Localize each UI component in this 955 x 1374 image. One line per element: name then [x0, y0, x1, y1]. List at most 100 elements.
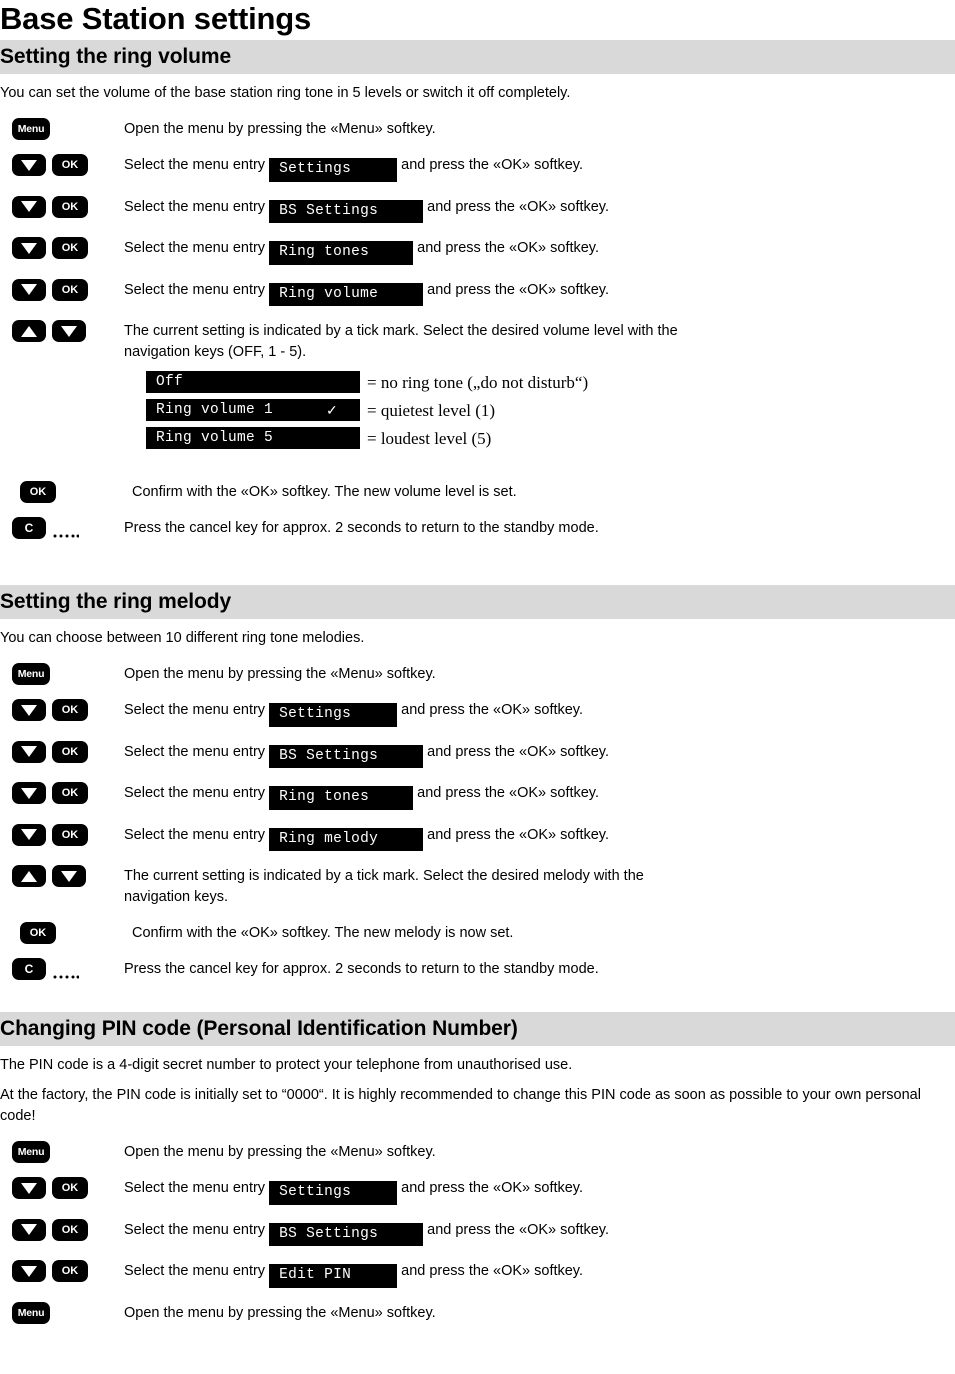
step-text: Select the menu entry Ring tones and pre…	[124, 781, 955, 810]
step-text: Select the menu entry BS Settings and pr…	[124, 740, 955, 769]
step-row: Menu Open the menu by pressing the «Menu…	[0, 1301, 955, 1324]
step-keys: OK	[0, 1218, 124, 1241]
arrow-down-key-icon[interactable]	[12, 823, 46, 846]
ok-key-icon[interactable]: OK	[52, 278, 88, 301]
lcd-option-label: Ring volume 1	[156, 401, 274, 418]
step-instruction-prefix: Select the menu entry	[124, 157, 266, 174]
step-text: Select the menu entry Settings and press…	[124, 1176, 955, 1205]
step-keys	[0, 319, 124, 343]
section-intro-ring-volume: You can set the volume of the base stati…	[0, 85, 571, 101]
arrow-down-key-icon[interactable]	[12, 237, 46, 260]
step-row: OK Select the menu entry Ring tones and …	[0, 236, 955, 265]
manual-page: Base Station settings Setting the ring v…	[0, 0, 955, 1324]
step-row: Menu Open the menu by pressing the «Menu…	[0, 662, 955, 686]
step-text: Open the menu by pressing the «Menu» sof…	[124, 117, 955, 140]
arrow-down-key-icon[interactable]	[12, 699, 46, 722]
ok-key-icon[interactable]: OK	[20, 922, 56, 945]
step-keys: OK	[0, 1176, 124, 1200]
step-row: OK Select the menu entry Edit PIN and pr…	[0, 1259, 955, 1288]
ok-key-icon[interactable]: OK	[52, 782, 88, 805]
step-instruction: Confirm with the «OK» softkey. The new v…	[132, 484, 517, 501]
step-text: Confirm with the «OK» softkey. The new v…	[132, 480, 955, 503]
section-intro2-pin-code: At the factory, the PIN code is initiall…	[0, 1087, 921, 1125]
ok-key-icon[interactable]: OK	[52, 699, 88, 722]
step-row: C Press the cancel key for approx. 2 sec…	[0, 957, 955, 981]
ok-key-icon[interactable]: OK	[52, 1177, 88, 1200]
menu-key-icon[interactable]: Menu	[12, 1301, 50, 1324]
ok-key-icon[interactable]: OK	[52, 154, 88, 177]
step-text: Open the menu by pressing the «Menu» sof…	[124, 1140, 955, 1163]
lcd-option-label: Ring volume 5	[156, 429, 274, 446]
lcd-menu-entry: Ring melody	[269, 827, 424, 852]
arrow-down-key-icon[interactable]	[52, 320, 86, 343]
step-row: OK Select the menu entry Ring tones and …	[0, 781, 955, 810]
step-instruction-suffix: and press the «OK» softkey.	[401, 702, 584, 719]
arrow-up-key-icon[interactable]	[12, 320, 46, 343]
step-row: Menu Open the menu by pressing the «Menu…	[0, 117, 955, 141]
step-text: Select the menu entry Edit PIN and press…	[124, 1259, 955, 1288]
step-text: Select the menu entry BS Settings and pr…	[124, 1218, 955, 1247]
step-row: Menu Open the menu by pressing the «Menu…	[0, 1140, 955, 1164]
menu-key-icon[interactable]: Menu	[12, 663, 50, 686]
step-instruction-suffix: and press the «OK» softkey.	[401, 1263, 584, 1280]
ok-key-icon[interactable]: OK	[52, 823, 88, 846]
ok-key-icon[interactable]: OK	[52, 1218, 88, 1241]
ok-key-icon[interactable]: OK	[20, 481, 56, 504]
cancel-key-icon[interactable]: C	[12, 958, 46, 981]
arrow-down-key-icon[interactable]	[12, 195, 46, 218]
arrow-down-key-icon[interactable]	[52, 865, 86, 888]
step-row: C Press the cancel key for approx. 2 sec…	[0, 516, 955, 540]
step-keys: Menu	[0, 117, 124, 141]
lcd-menu-entry: Ring tones	[269, 786, 414, 810]
ok-key-icon[interactable]: OK	[52, 1260, 88, 1283]
arrow-down-key-icon[interactable]	[12, 1218, 46, 1241]
step-keys: Menu	[0, 1301, 124, 1324]
step-text: Confirm with the «OK» softkey. The new m…	[132, 921, 955, 944]
ok-key-icon[interactable]: OK	[52, 195, 88, 218]
lcd-volume-option: Ring volume 1 ✓	[146, 399, 360, 422]
legend-row: Ring volume 1 ✓ = quietest level (1)	[146, 399, 955, 422]
arrow-up-key-icon[interactable]	[12, 865, 46, 888]
step-keys: OK	[0, 480, 132, 504]
step-instruction-suffix: and press the «OK» softkey.	[427, 281, 610, 298]
ok-key-icon[interactable]: OK	[52, 237, 88, 260]
menu-key-icon[interactable]: Menu	[12, 1141, 50, 1164]
step-row: OK Select the menu entry Ring melody and…	[0, 823, 955, 852]
ok-key-icon[interactable]: OK	[52, 740, 88, 763]
arrow-down-key-icon[interactable]	[12, 278, 46, 301]
step-instruction-suffix: and press the «OK» softkey.	[401, 1180, 584, 1197]
step-instruction: Open the menu by pressing the «Menu» sof…	[124, 666, 436, 683]
step-keys: OK	[0, 823, 124, 846]
arrow-down-key-icon[interactable]	[12, 740, 46, 763]
step-instruction-suffix: and press the «OK» softkey.	[401, 157, 584, 174]
step-instruction-prefix: Select the menu entry	[124, 198, 266, 215]
step-keys: Menu	[0, 1140, 124, 1164]
lcd-volume-option: Off	[146, 371, 360, 394]
step-instruction-prefix: Select the menu entry	[124, 743, 266, 760]
step-instruction-prefix: Select the menu entry	[124, 1221, 266, 1238]
arrow-down-key-icon[interactable]	[12, 154, 46, 177]
step-instruction-prefix: Select the menu entry	[124, 240, 266, 257]
steps-ring-volume: Menu Open the menu by pressing the «Menu…	[0, 117, 955, 363]
lcd-menu-entry: BS Settings	[269, 1222, 424, 1247]
step-keys	[0, 864, 124, 888]
step-row: OK Select the menu entry BS Settings and…	[0, 740, 955, 769]
arrow-down-key-icon[interactable]	[12, 1177, 46, 1200]
volume-legend: Off = no ring tone („do not disturb“) Ri…	[0, 371, 955, 450]
lcd-menu-entry: Ring volume	[269, 282, 424, 307]
lcd-menu-entry: Settings	[269, 158, 398, 182]
lcd-menu-entry: BS Settings	[269, 199, 424, 224]
menu-key-icon[interactable]: Menu	[12, 118, 50, 141]
step-row: OK Select the menu entry Settings and pr…	[0, 1176, 955, 1205]
section-heading-ring-melody: Setting the ring melody	[0, 585, 955, 620]
step-instruction: Press the cancel key for approx. 2 secon…	[124, 520, 599, 537]
arrow-down-key-icon[interactable]	[12, 782, 46, 805]
steps-pin-code: Menu Open the menu by pressing the «Menu…	[0, 1140, 955, 1324]
cancel-key-icon[interactable]: C	[12, 517, 46, 540]
step-instruction: Confirm with the «OK» softkey. The new m…	[132, 925, 514, 942]
step-text: Press the cancel key for approx. 2 secon…	[124, 516, 955, 539]
step-keys: C	[0, 957, 124, 981]
step-instruction-prefix: Select the menu entry	[124, 1180, 266, 1197]
arrow-down-key-icon[interactable]	[12, 1260, 46, 1283]
